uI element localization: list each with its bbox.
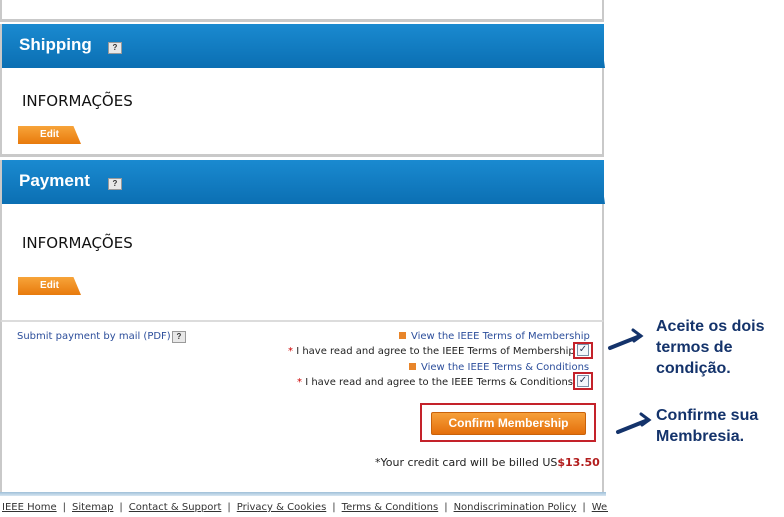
footer-bar: [0, 492, 606, 496]
annotation-confirm: Confirme sua Membresia.: [656, 405, 758, 447]
shipping-edit-button[interactable]: Edit: [18, 126, 81, 144]
annotation-accept-line2: termos de: [656, 339, 733, 356]
annotation-confirm-line1: Confirme sua: [656, 407, 759, 424]
footer-separator: |: [444, 502, 448, 513]
view-membership-terms-label: View the IEEE Terms of Membership: [411, 331, 590, 342]
footer-link[interactable]: Privacy & Cookies: [237, 502, 327, 513]
view-terms-conditions-label: View the IEEE Terms & Conditions: [421, 362, 590, 373]
required-mark: *: [288, 346, 293, 357]
bullet-icon: [399, 332, 406, 339]
confirm-membership-button[interactable]: Confirm Membership: [431, 412, 586, 435]
view-membership-terms-link[interactable]: View the IEEE Terms of Membership: [399, 331, 590, 342]
footer-separator: |: [62, 502, 66, 513]
footer-link[interactable]: Web Site Feedback: [592, 502, 608, 513]
submit-help-icon[interactable]: ?: [172, 331, 186, 343]
arrow-icon-accept: [608, 328, 644, 350]
shipping-body: INFORMAÇÕES Edit: [0, 68, 604, 157]
arrow-icon-confirm: [616, 412, 652, 434]
bullet-icon: [409, 363, 416, 370]
payment-header: Payment ?: [0, 160, 604, 204]
agree-membership-checkbox[interactable]: ✓: [577, 344, 589, 356]
footer-links: IEEE Home | Sitemap | Contact & Support | Priv…: [2, 502, 608, 513]
top-panel-edge: [0, 0, 604, 22]
footer-link[interactable]: IEEE Home: [2, 502, 57, 513]
agree-membership-label: * I have read and agree to the IEEE Term…: [288, 346, 575, 357]
annotation-confirm-line2: Membresia.: [656, 428, 745, 445]
shipping-title: Shipping: [19, 35, 92, 54]
annotation-accept-line3: condição.: [656, 360, 731, 377]
shipping-header: Shipping ?: [0, 24, 604, 68]
footer-separator: |: [332, 502, 336, 513]
footer-separator: |: [582, 502, 586, 513]
agree-conditions-text: I have read and agree to the IEEE Terms …: [305, 377, 573, 388]
payment-body: INFORMAÇÕES Edit: [0, 204, 604, 321]
footer-separator: |: [119, 502, 123, 513]
billing-note-text: *Your credit card will be billed US: [375, 456, 558, 469]
footer-link[interactable]: Terms & Conditions: [342, 502, 439, 513]
payment-info: INFORMAÇÕES: [22, 234, 133, 252]
footer-separator: |: [227, 502, 231, 513]
shipping-help-icon[interactable]: ?: [108, 42, 122, 54]
agree-membership-text: I have read and agree to the IEEE Terms …: [296, 346, 575, 357]
agree-conditions-checkbox[interactable]: ✓: [577, 375, 589, 387]
payment-edit-button[interactable]: Edit: [18, 277, 81, 295]
agree-conditions-label: * I have read and agree to the IEEE Term…: [297, 377, 573, 388]
footer-link[interactable]: Contact & Support: [129, 502, 222, 513]
annotation-accept-line1: Aceite os dois: [656, 318, 765, 335]
submit-by-mail-link[interactable]: Submit payment by mail (PDF): [17, 331, 171, 342]
view-terms-conditions-link[interactable]: View the IEEE Terms & Conditions: [409, 362, 589, 373]
required-mark: *: [297, 377, 302, 388]
payment-title: Payment: [19, 171, 90, 190]
annotation-accept-terms: Aceite os dois termos de condição.: [656, 316, 764, 379]
footer-link[interactable]: Nondiscrimination Policy: [454, 502, 577, 513]
billing-note: *Your credit card will be billed US$13.5…: [375, 456, 600, 469]
footer-link[interactable]: Sitemap: [72, 502, 113, 513]
payment-help-icon[interactable]: ?: [108, 178, 122, 190]
billing-amount: $13.50: [557, 456, 600, 469]
shipping-info: INFORMAÇÕES: [22, 92, 133, 110]
